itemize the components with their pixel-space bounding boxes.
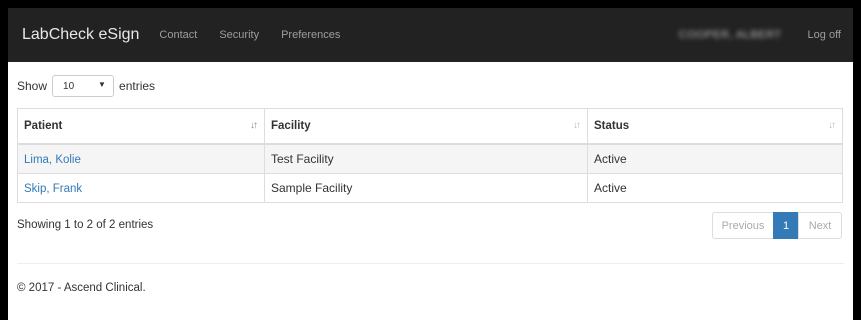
logoff-link[interactable]: Log off <box>808 29 841 41</box>
column-header-label: Facility <box>271 120 311 132</box>
user-name-link[interactable]: COOPER, ALBERT <box>679 29 782 41</box>
pagination: Previous 1 Next <box>712 212 842 239</box>
patient-cell: Lima, Kolie <box>17 143 265 174</box>
patient-link[interactable]: Skip, Frank <box>24 183 82 195</box>
table-footer: Showing 1 to 2 of 2 entries Previous 1 N… <box>17 203 844 243</box>
previous-page-button[interactable]: Previous <box>712 212 774 239</box>
facility-cell: Test Facility <box>264 143 588 174</box>
status-cell: Active <box>587 143 843 174</box>
column-header-facility[interactable]: Facility ↓↑ <box>264 108 588 145</box>
table-row: Skip, Frank Sample Facility Active <box>17 173 843 203</box>
entries-label: entries <box>119 79 156 93</box>
status-cell: Active <box>587 173 843 203</box>
column-header-label: Status <box>594 120 630 132</box>
patients-table: Patient ↓↑ Facility ↓↑ Status ↓↑ Lima, K… <box>17 108 843 203</box>
patient-cell: Skip, Frank <box>17 173 265 203</box>
patient-link[interactable]: Lima, Kolie <box>24 154 81 166</box>
table-header-row: Patient ↓↑ Facility ↓↑ Status ↓↑ <box>17 108 843 145</box>
entries-length-control: Show 10 ▼ entries <box>17 75 844 97</box>
brand-link[interactable]: LabCheck eSign <box>22 26 139 44</box>
sort-both-icon: ↓↑ <box>828 120 836 131</box>
nav-security[interactable]: Security <box>219 29 259 41</box>
entries-select-value: 10 <box>63 80 75 92</box>
show-label: Show <box>17 79 48 93</box>
column-header-patient[interactable]: Patient ↓↑ <box>17 108 265 145</box>
column-header-status[interactable]: Status ↓↑ <box>587 108 843 145</box>
sort-asc-icon: ↓↑ <box>250 120 258 131</box>
facility-cell: Sample Facility <box>264 173 588 203</box>
main-content: Show 10 ▼ entries Patient ↓↑ Facility ↓↑ <box>8 75 853 294</box>
table-row: Lima, Kolie Test Facility Active <box>17 143 843 174</box>
nav-right: COOPER, ALBERT Log off <box>679 8 841 62</box>
copyright-footer: © 2017 - Ascend Clinical. <box>17 282 146 294</box>
nav-contact[interactable]: Contact <box>159 29 197 41</box>
column-header-label: Patient <box>24 120 63 132</box>
entries-info: Showing 1 to 2 of 2 entries <box>17 219 154 231</box>
sort-both-icon: ↓↑ <box>573 120 581 131</box>
page-1-button[interactable]: 1 <box>773 212 799 239</box>
navbar: LabCheck eSign Contact Security Preferen… <box>8 8 853 62</box>
footer-divider <box>17 263 844 264</box>
app-window: LabCheck eSign Contact Security Preferen… <box>8 8 853 320</box>
next-page-button[interactable]: Next <box>798 212 842 239</box>
caret-down-icon: ▼ <box>98 80 106 89</box>
nav-preferences[interactable]: Preferences <box>281 29 340 41</box>
entries-select[interactable]: 10 ▼ <box>52 75 115 97</box>
